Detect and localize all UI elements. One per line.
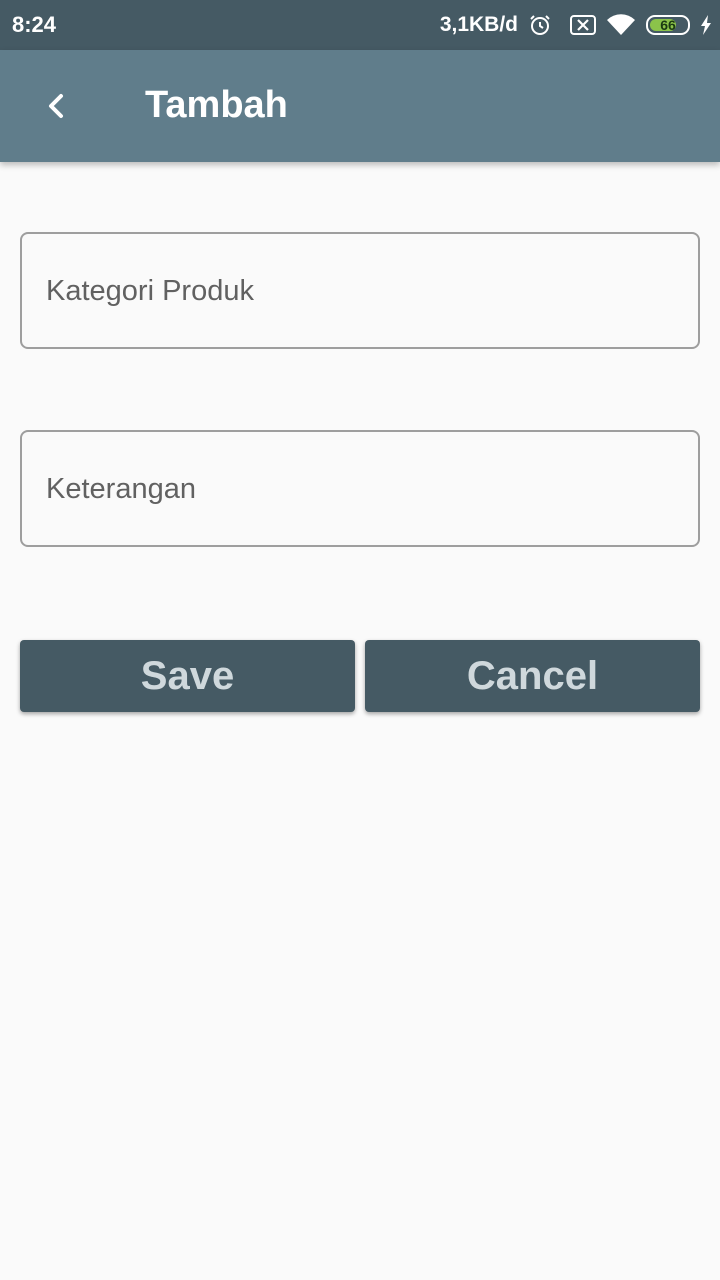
status-time: 8:24 [12,12,57,37]
network-speed: 3,1KB/d [439,13,518,36]
battery-level: 66 [660,17,676,33]
category-field[interactable] [20,232,700,349]
status-bar: 8:24 3,1KB/d 66 [0,0,720,50]
charging-bolt-icon [700,15,712,35]
back-button[interactable] [24,74,88,138]
page-title: Tambah [145,84,288,126]
save-button[interactable]: Save [20,640,355,712]
alarm-icon [528,13,552,37]
cancel-button[interactable]: Cancel [365,640,700,712]
description-field[interactable] [20,430,700,547]
sim-x-icon [570,14,596,36]
app-bar: Tambah [0,50,720,162]
description-input[interactable] [44,432,678,547]
wifi-icon [606,14,636,36]
chevron-left-icon [49,94,63,118]
battery-icon: 66 [646,15,690,35]
category-input[interactable] [44,234,678,349]
status-indicators: 3,1KB/d 66 [440,10,712,40]
